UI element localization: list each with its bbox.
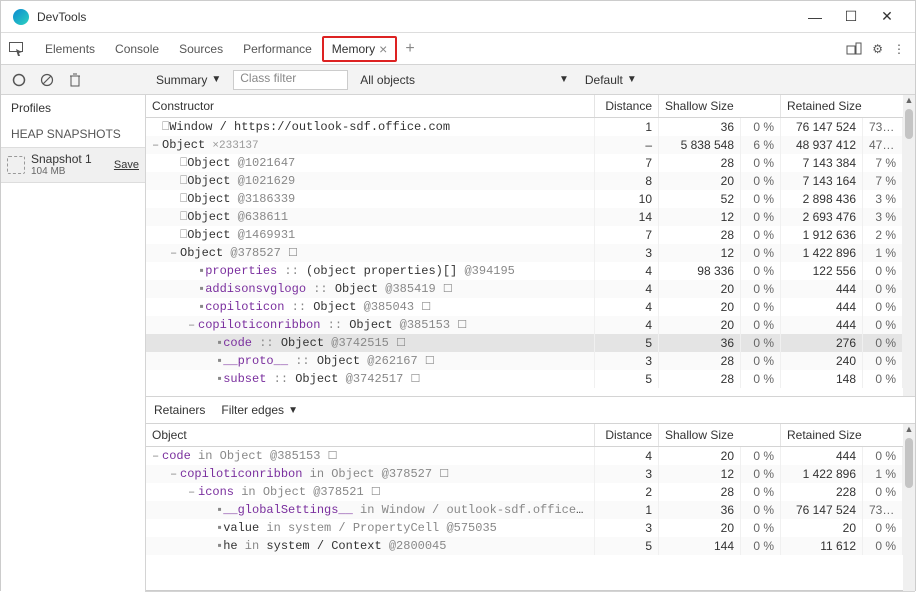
snapshot-icon <box>7 156 25 174</box>
table-row[interactable]: ▪addisonsvglogo :: Object @385419 ☐4200 … <box>146 280 915 298</box>
table-row[interactable]: ▪subset :: Object @3742517 ☐5280 %1480 % <box>146 370 915 388</box>
table-row[interactable]: ▪he in system / Context @280004551440 %1… <box>146 537 915 555</box>
retainers-label: Retainers <box>154 403 205 417</box>
table-row[interactable]: ▪code :: Object @3742515 ☐5360 %2760 % <box>146 334 915 352</box>
filter-edges-dropdown[interactable]: Filter edges▼ <box>217 401 302 419</box>
main-tabs: ElementsConsoleSourcesPerformanceMemory×… <box>1 33 915 65</box>
table-row[interactable]: ▪value in system / PropertyCell @5750353… <box>146 519 915 537</box>
snapshot-size: 104 MB <box>31 166 92 178</box>
titlebar: DevTools — ☐ ✕ <box>1 1 915 33</box>
constructors-table: Constructor Distance Shallow Size Retain… <box>146 95 915 397</box>
table-row[interactable]: –icons in Object @378521 ☐2280 %2280 % <box>146 483 915 501</box>
add-tab-button[interactable]: + <box>397 40 422 58</box>
tab-sources[interactable]: Sources <box>169 33 233 64</box>
retainers-bar: Retainers Filter edges▼ <box>146 397 915 424</box>
tab-memory[interactable]: Memory× <box>322 36 398 62</box>
th-shallow[interactable]: Shallow Size <box>659 95 781 117</box>
inspect-icon[interactable] <box>7 39 27 59</box>
scrollbar-2[interactable]: ▲ <box>903 424 915 591</box>
table-row[interactable]: ⎕Object @10216298200 %7 143 1647 % <box>146 172 915 190</box>
objects-filter-dropdown[interactable]: All objects ▼ <box>356 71 573 89</box>
table-row[interactable]: –Object @378527 ☐3120 %1 422 8961 % <box>146 244 915 262</box>
more-icon[interactable]: ⋮ <box>893 42 905 56</box>
table-row[interactable]: ▪copiloticon :: Object @385043 ☐4200 %44… <box>146 298 915 316</box>
table-row[interactable]: ▪__proto__ :: Object @262167 ☐3280 %2400… <box>146 352 915 370</box>
scrollbar[interactable]: ▲ <box>903 95 915 396</box>
tab-console[interactable]: Console <box>105 33 169 64</box>
grouping-dropdown[interactable]: Default▼ <box>581 71 641 89</box>
table-row[interactable]: ⎕Object @318633910520 %2 898 4363 % <box>146 190 915 208</box>
class-filter-input[interactable]: Class filter <box>233 70 348 90</box>
table-row[interactable]: –copiloticonribbon in Object @378527 ☐31… <box>146 465 915 483</box>
th-shallow-2[interactable]: Shallow Size <box>659 424 781 446</box>
tab-performance[interactable]: Performance <box>233 33 322 64</box>
table-row[interactable]: –Object ×233137–5 838 5486 %48 937 41247… <box>146 136 915 154</box>
settings-icon[interactable]: ⚙ <box>872 42 883 56</box>
snapshot-save-link[interactable]: Save <box>114 159 139 171</box>
profiles-header: Profiles <box>1 95 145 121</box>
snapshot-item[interactable]: Snapshot 1 104 MB Save <box>1 147 145 183</box>
th-retained-2[interactable]: Retained Size <box>781 424 903 446</box>
record-icon[interactable] <box>11 72 27 88</box>
tab-close-icon[interactable]: × <box>379 41 387 57</box>
table-row[interactable]: ⎕Window / https://outlook-sdf.office.com… <box>146 118 915 136</box>
th-distance[interactable]: Distance <box>595 95 659 117</box>
table-row[interactable]: ▪properties :: (object properties)[] @39… <box>146 262 915 280</box>
tab-elements[interactable]: Elements <box>35 33 105 64</box>
clear-icon[interactable] <box>39 72 55 88</box>
edge-icon <box>13 9 29 25</box>
snapshot-name: Snapshot 1 <box>31 152 92 166</box>
table-row[interactable]: –code in Object @385153 ☐4200 %4440 % <box>146 447 915 465</box>
maximize-button[interactable]: ☐ <box>835 7 867 27</box>
table-row[interactable]: ⎕Object @63861114120 %2 693 4763 % <box>146 208 915 226</box>
memory-toolbar: Summary▼ Class filter All objects ▼ Defa… <box>1 65 915 95</box>
table-row[interactable]: –copiloticonribbon :: Object @385153 ☐42… <box>146 316 915 334</box>
devices-icon[interactable] <box>846 42 862 56</box>
table-row[interactable]: ⎕Object @14699317280 %1 912 6362 % <box>146 226 915 244</box>
summary-dropdown[interactable]: Summary▼ <box>152 71 225 89</box>
table-row[interactable]: ▪__globalSettings__ in Window / outlook-… <box>146 501 915 519</box>
sidebar: Profiles HEAP SNAPSHOTS Snapshot 1 104 M… <box>1 95 146 592</box>
heap-snapshots-header: HEAP SNAPSHOTS <box>1 121 145 147</box>
minimize-button[interactable]: — <box>799 7 831 27</box>
th-constructor[interactable]: Constructor <box>146 95 595 117</box>
th-distance-2[interactable]: Distance <box>595 424 659 446</box>
window-title: DevTools <box>37 10 86 24</box>
close-button[interactable]: ✕ <box>871 7 903 27</box>
th-object[interactable]: Object <box>146 424 595 446</box>
th-retained[interactable]: Retained Size <box>781 95 903 117</box>
table-row[interactable]: ⎕Object @10216477280 %7 143 3847 % <box>146 154 915 172</box>
retainers-table: Object Distance Shallow Size Retained Si… <box>146 424 915 592</box>
delete-icon[interactable] <box>67 72 83 88</box>
